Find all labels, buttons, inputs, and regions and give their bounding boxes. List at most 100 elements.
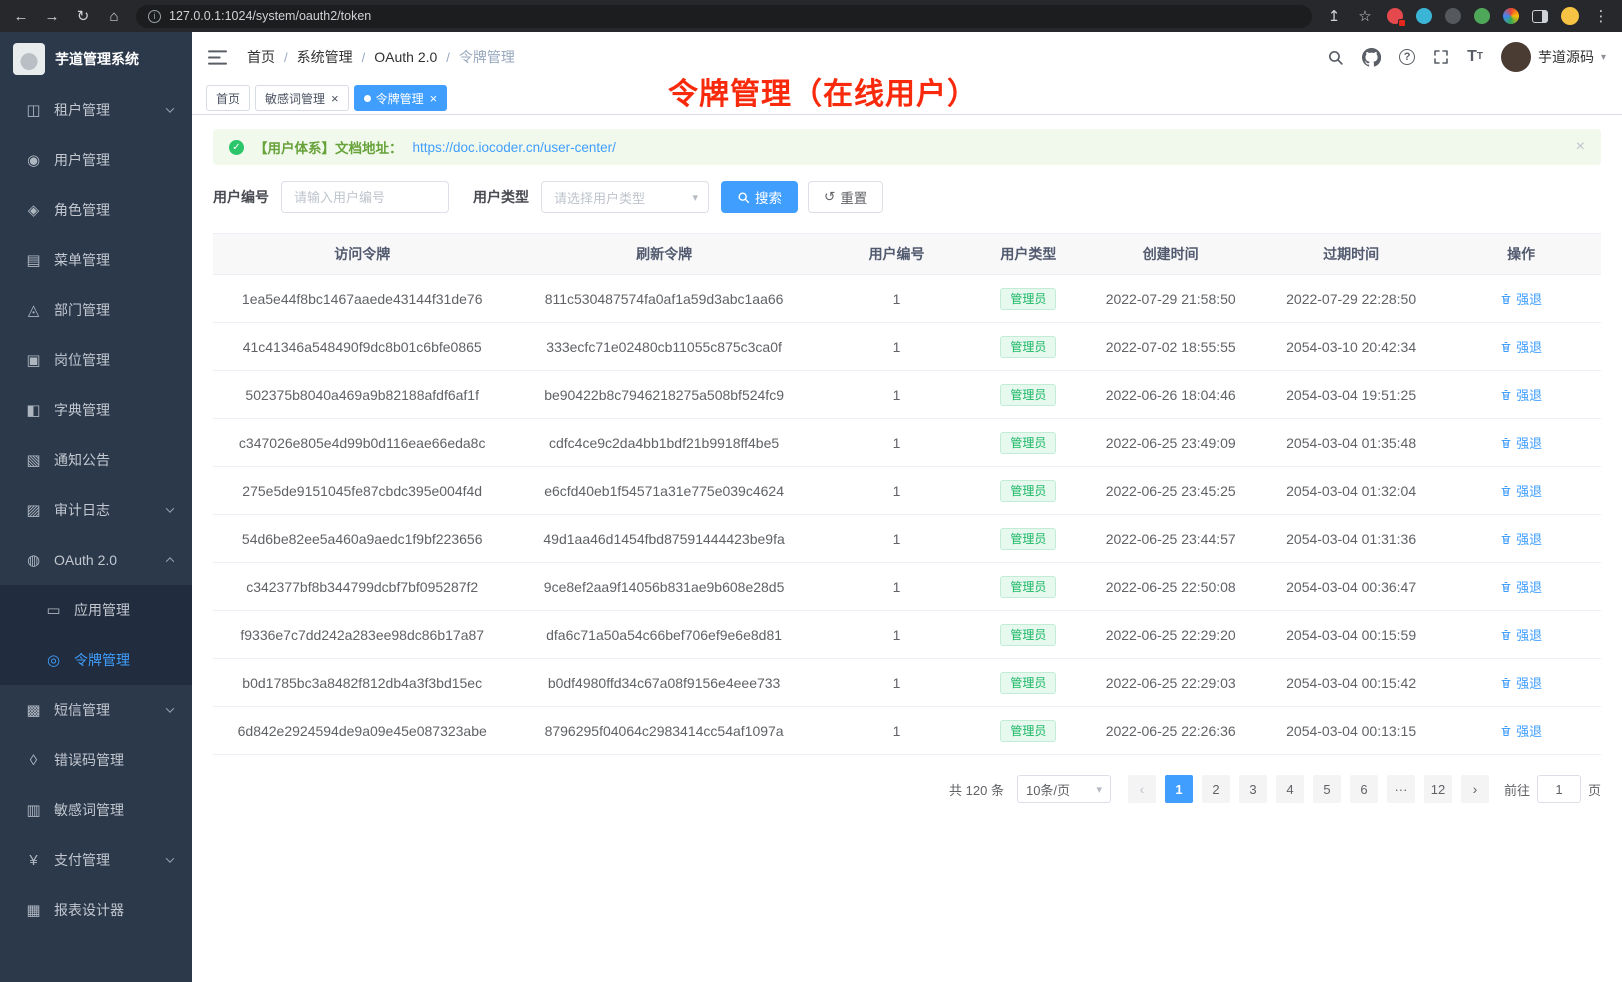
force-logout-button[interactable]: 强退 [1500,289,1542,308]
doc-link[interactable]: https://doc.iocoder.cn/user-center/ [413,140,616,155]
actions-cell: 强退 [1441,721,1601,740]
browser-home-icon[interactable]: ⌂ [105,8,123,25]
sidebar-item-sensitive[interactable]: ▥ 敏感词管理 [0,785,192,835]
user-type-badge: 管理员 [1000,384,1056,406]
sidebar-item-dict[interactable]: ◧ 字典管理 [0,385,192,435]
extension-icon-green[interactable] [1474,8,1490,24]
page-button-6[interactable]: 6 [1350,775,1378,803]
sidebar-item-label: 令牌管理 [74,650,176,670]
table-row: b0d1785bc3a8482f812db4a3f3bd15ec b0df498… [213,659,1601,707]
sidebar-item-report[interactable]: ▦ 报表设计器 [0,885,192,935]
browser-chrome: ← → ↻ ⌂ i 127.0.0.1:1024/system/oauth2/t… [0,0,1622,32]
sidebar-item-tenant[interactable]: ◫ 租户管理 [0,85,192,135]
sidebar-item-pay[interactable]: ¥ 支付管理 [0,835,192,885]
sidebar-item-dept[interactable]: ◬ 部门管理 [0,285,192,335]
address-bar[interactable]: i 127.0.0.1:1024/system/oauth2/token [136,5,1312,28]
user-type-select[interactable]: 请选择用户类型 ▾ [541,181,709,213]
site-info-icon[interactable]: i [148,10,161,23]
page-button-1[interactable]: 1 [1165,775,1193,803]
breadcrumb-separator: / [446,50,450,65]
bookmark-star-icon[interactable]: ☆ [1356,7,1374,25]
tab-home[interactable]: 首页 × [206,85,250,111]
extension-icon-red[interactable] [1387,8,1403,24]
prev-page-button[interactable]: ‹ [1128,775,1156,803]
user-id-input[interactable] [281,181,449,213]
page-button-5[interactable]: 5 [1313,775,1341,803]
created-time-cell: 2022-06-25 22:29:20 [1080,627,1260,643]
sidebar-item-post[interactable]: ▣ 岗位管理 [0,335,192,385]
breadcrumb-oauth[interactable]: OAuth 2.0 [374,49,437,65]
sidebar-item-label: 部门管理 [54,300,176,320]
user-id-cell: 1 [817,675,977,691]
tab-token[interactable]: 令牌管理 × [354,85,448,111]
sidebar-item-oauth-token[interactable]: ◎ 令牌管理 [0,635,192,685]
page-more-button[interactable]: ··· [1387,775,1415,803]
browser-reload-icon[interactable]: ↻ [74,7,92,25]
top-header: 首页 / 系统管理 / OAuth 2.0 / 令牌管理 ? TT [192,32,1622,82]
github-icon[interactable] [1362,48,1381,67]
sidebar-item-menu[interactable]: ▤ 菜单管理 [0,235,192,285]
chevron-icon [166,854,174,862]
extensions-puzzle-icon[interactable] [1503,8,1519,24]
sidebar-toggle-icon[interactable] [208,49,227,66]
browser-menu-icon[interactable]: ⋮ [1592,7,1610,25]
sidebar-item-label: 用户管理 [54,150,176,170]
alert-close-icon[interactable]: × [1576,138,1585,156]
page-button-3[interactable]: 3 [1239,775,1267,803]
sidebar-item-audit-log[interactable]: ▨ 审计日志 [0,485,192,535]
total-count: 共 120 条 [949,780,1004,799]
trash-icon [1500,389,1512,401]
sensitive-word-icon: ▥ [25,801,42,819]
search-icon[interactable] [1327,49,1344,66]
search-button[interactable]: 搜索 [721,181,798,213]
force-logout-button[interactable]: 强退 [1500,481,1542,500]
page-size-select[interactable]: 10条/页 ▾ [1017,775,1111,803]
help-icon[interactable]: ? [1399,49,1415,65]
browser-toolbar-icons: ↥ ☆ ⋮ [1325,7,1610,25]
sidebar-item-error-code[interactable]: ◊ 错误码管理 [0,735,192,785]
force-logout-button[interactable]: 强退 [1500,625,1542,644]
page-button-4[interactable]: 4 [1276,775,1304,803]
browser-profile-avatar[interactable] [1561,7,1579,25]
force-logout-button[interactable]: 强退 [1500,433,1542,452]
force-logout-button[interactable]: 强退 [1500,673,1542,692]
actions-cell: 强退 [1441,529,1601,548]
side-panel-icon[interactable] [1532,10,1548,23]
sidebar-item-oauth-app[interactable]: ▭ 应用管理 [0,585,192,635]
share-icon[interactable]: ↥ [1325,7,1343,25]
tab-close-icon[interactable]: × [331,92,339,105]
breadcrumb-separator: / [284,50,288,65]
extension-icon-dark[interactable] [1445,8,1461,24]
force-logout-button[interactable]: 强退 [1500,721,1542,740]
force-logout-button[interactable]: 强退 [1500,577,1542,596]
token-icon: ◎ [45,651,62,669]
browser-back-icon[interactable]: ← [12,8,30,25]
breadcrumb-system[interactable]: 系统管理 [297,47,353,67]
font-size-icon[interactable]: TT [1467,49,1483,65]
user-type-badge: 管理员 [1000,528,1056,550]
post-icon: ▣ [25,351,42,369]
force-logout-button[interactable]: 强退 [1500,337,1542,356]
trash-icon [1500,581,1512,593]
sidebar-item-notice[interactable]: ▧ 通知公告 [0,435,192,485]
sidebar-item-user[interactable]: ◉ 用户管理 [0,135,192,185]
page-button-12[interactable]: 12 [1424,775,1452,803]
sidebar-item-label: 角色管理 [54,200,176,220]
force-logout-button[interactable]: 强退 [1500,385,1542,404]
fullscreen-icon[interactable] [1433,49,1449,65]
reset-button[interactable]: ↺ 重置 [808,181,883,213]
tab-close-icon[interactable]: × [430,92,438,105]
extension-icon-teal[interactable] [1416,8,1432,24]
user-menu[interactable]: 芋道源码 ▾ [1501,42,1606,72]
next-page-button[interactable]: › [1461,775,1489,803]
browser-forward-icon[interactable]: → [43,8,61,25]
sidebar-item-sms[interactable]: ▩ 短信管理 [0,685,192,735]
tab-sensitive-word[interactable]: 敏感词管理 × [255,85,349,111]
sidebar-item-oauth[interactable]: ◍ OAuth 2.0 [0,535,192,585]
user-type-badge: 管理员 [1000,288,1056,310]
page-button-2[interactable]: 2 [1202,775,1230,803]
breadcrumb-home[interactable]: 首页 [247,47,275,67]
sidebar-item-role[interactable]: ◈ 角色管理 [0,185,192,235]
goto-page-input[interactable] [1537,775,1581,803]
force-logout-button[interactable]: 强退 [1500,529,1542,548]
